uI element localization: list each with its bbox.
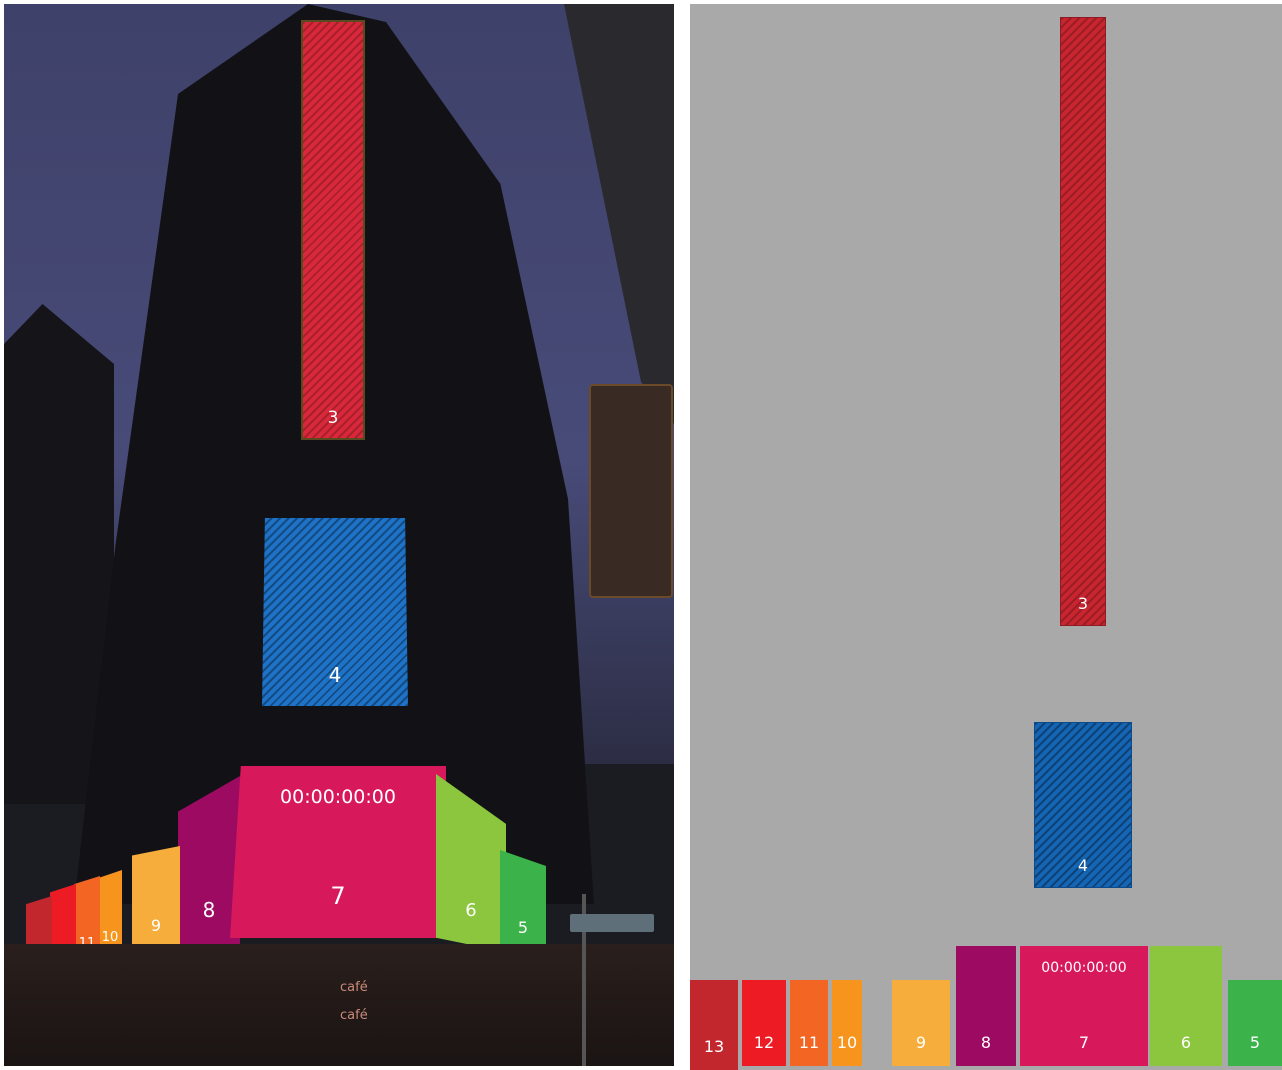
photo-screen-3: 3 — [301, 20, 365, 440]
map-screen-3[interactable]: 3 — [1060, 17, 1106, 626]
building-photo-panel: 3 4 8 00:00:00:00 7 6 5 9 10 11 12 13 ca… — [4, 4, 674, 1066]
photo-screen-10-label: 10 — [101, 930, 119, 945]
photo-screen-7: 00:00:00:00 7 — [230, 766, 446, 938]
map-screen-13[interactable]: 13 — [690, 980, 738, 1070]
screen-layout-map: 3 4 13 12 11 10 9 8 00:00:00:00 7 6 5 — [690, 4, 1282, 1070]
map-screen-4-label: 4 — [1077, 856, 1089, 875]
map-screen-4[interactable]: 4 — [1034, 722, 1132, 888]
map-screen-12[interactable]: 12 — [742, 980, 786, 1066]
map-screen-3-label: 3 — [1077, 594, 1089, 613]
photo-screen-5-label: 5 — [517, 918, 529, 937]
cafe-sign-top: café — [340, 980, 368, 995]
map-screen-10-label: 10 — [836, 1033, 858, 1052]
map-screen-11-label: 11 — [798, 1033, 820, 1052]
map-screen-11[interactable]: 11 — [790, 980, 828, 1066]
photo-screen-7-label: 7 — [330, 882, 346, 910]
map-screen-5-label: 5 — [1249, 1033, 1261, 1052]
map-screen-8[interactable]: 8 — [956, 946, 1016, 1066]
map-screen-5[interactable]: 5 — [1228, 980, 1282, 1066]
photo-screen-4-label: 4 — [328, 663, 342, 687]
street-sign — [570, 914, 654, 932]
map-screen-9-label: 9 — [915, 1033, 927, 1052]
map-screen-7-label: 7 — [1078, 1033, 1090, 1052]
map-screen-6-label: 6 — [1180, 1033, 1192, 1052]
map-screen-12-label: 12 — [753, 1033, 775, 1052]
side-billboard — [589, 384, 673, 598]
cafe-sign-bottom: café — [340, 1008, 368, 1023]
map-screen-6[interactable]: 6 — [1150, 946, 1222, 1066]
map-screen-7-timecode: 00:00:00:00 — [1041, 960, 1127, 976]
map-screen-8-label: 8 — [980, 1033, 992, 1052]
photo-screen-9-label: 9 — [150, 916, 162, 935]
map-screen-9[interactable]: 9 — [892, 980, 950, 1066]
photo-screen-4: 4 — [262, 518, 408, 706]
photo-screen-7-timecode: 00:00:00:00 — [280, 786, 396, 808]
map-screen-13-label: 13 — [703, 1037, 725, 1056]
map-screen-7[interactable]: 00:00:00:00 7 — [1020, 946, 1148, 1066]
street-level — [4, 944, 674, 1066]
photo-screen-6-label: 6 — [465, 900, 477, 921]
map-screen-10[interactable]: 10 — [832, 980, 862, 1066]
photo-screen-8-label: 8 — [202, 898, 216, 922]
photo-screen-3-label: 3 — [327, 408, 339, 428]
